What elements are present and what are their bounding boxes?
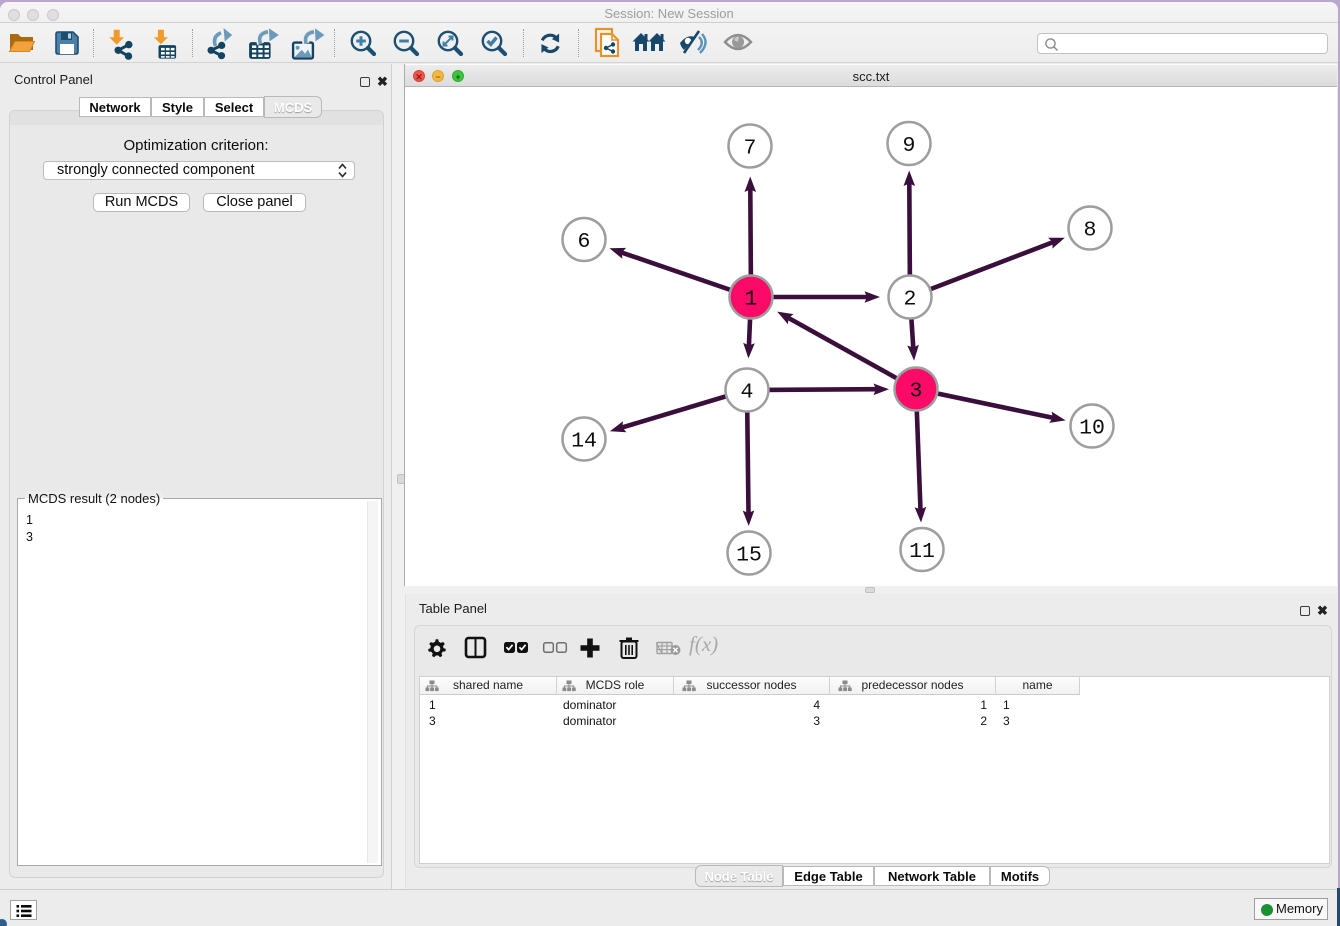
svg-text:9: 9	[903, 134, 916, 158]
svg-text:7: 7	[744, 137, 757, 161]
svg-text:1: 1	[745, 288, 758, 312]
svg-text:8: 8	[1084, 219, 1097, 243]
svg-text:15: 15	[736, 544, 762, 568]
svg-text:2: 2	[904, 288, 917, 312]
svg-text:14: 14	[571, 430, 597, 454]
svg-text:3: 3	[910, 380, 923, 404]
svg-text:4: 4	[741, 381, 754, 405]
svg-text:6: 6	[578, 230, 591, 254]
svg-text:10: 10	[1079, 417, 1105, 441]
svg-text:11: 11	[909, 540, 935, 564]
